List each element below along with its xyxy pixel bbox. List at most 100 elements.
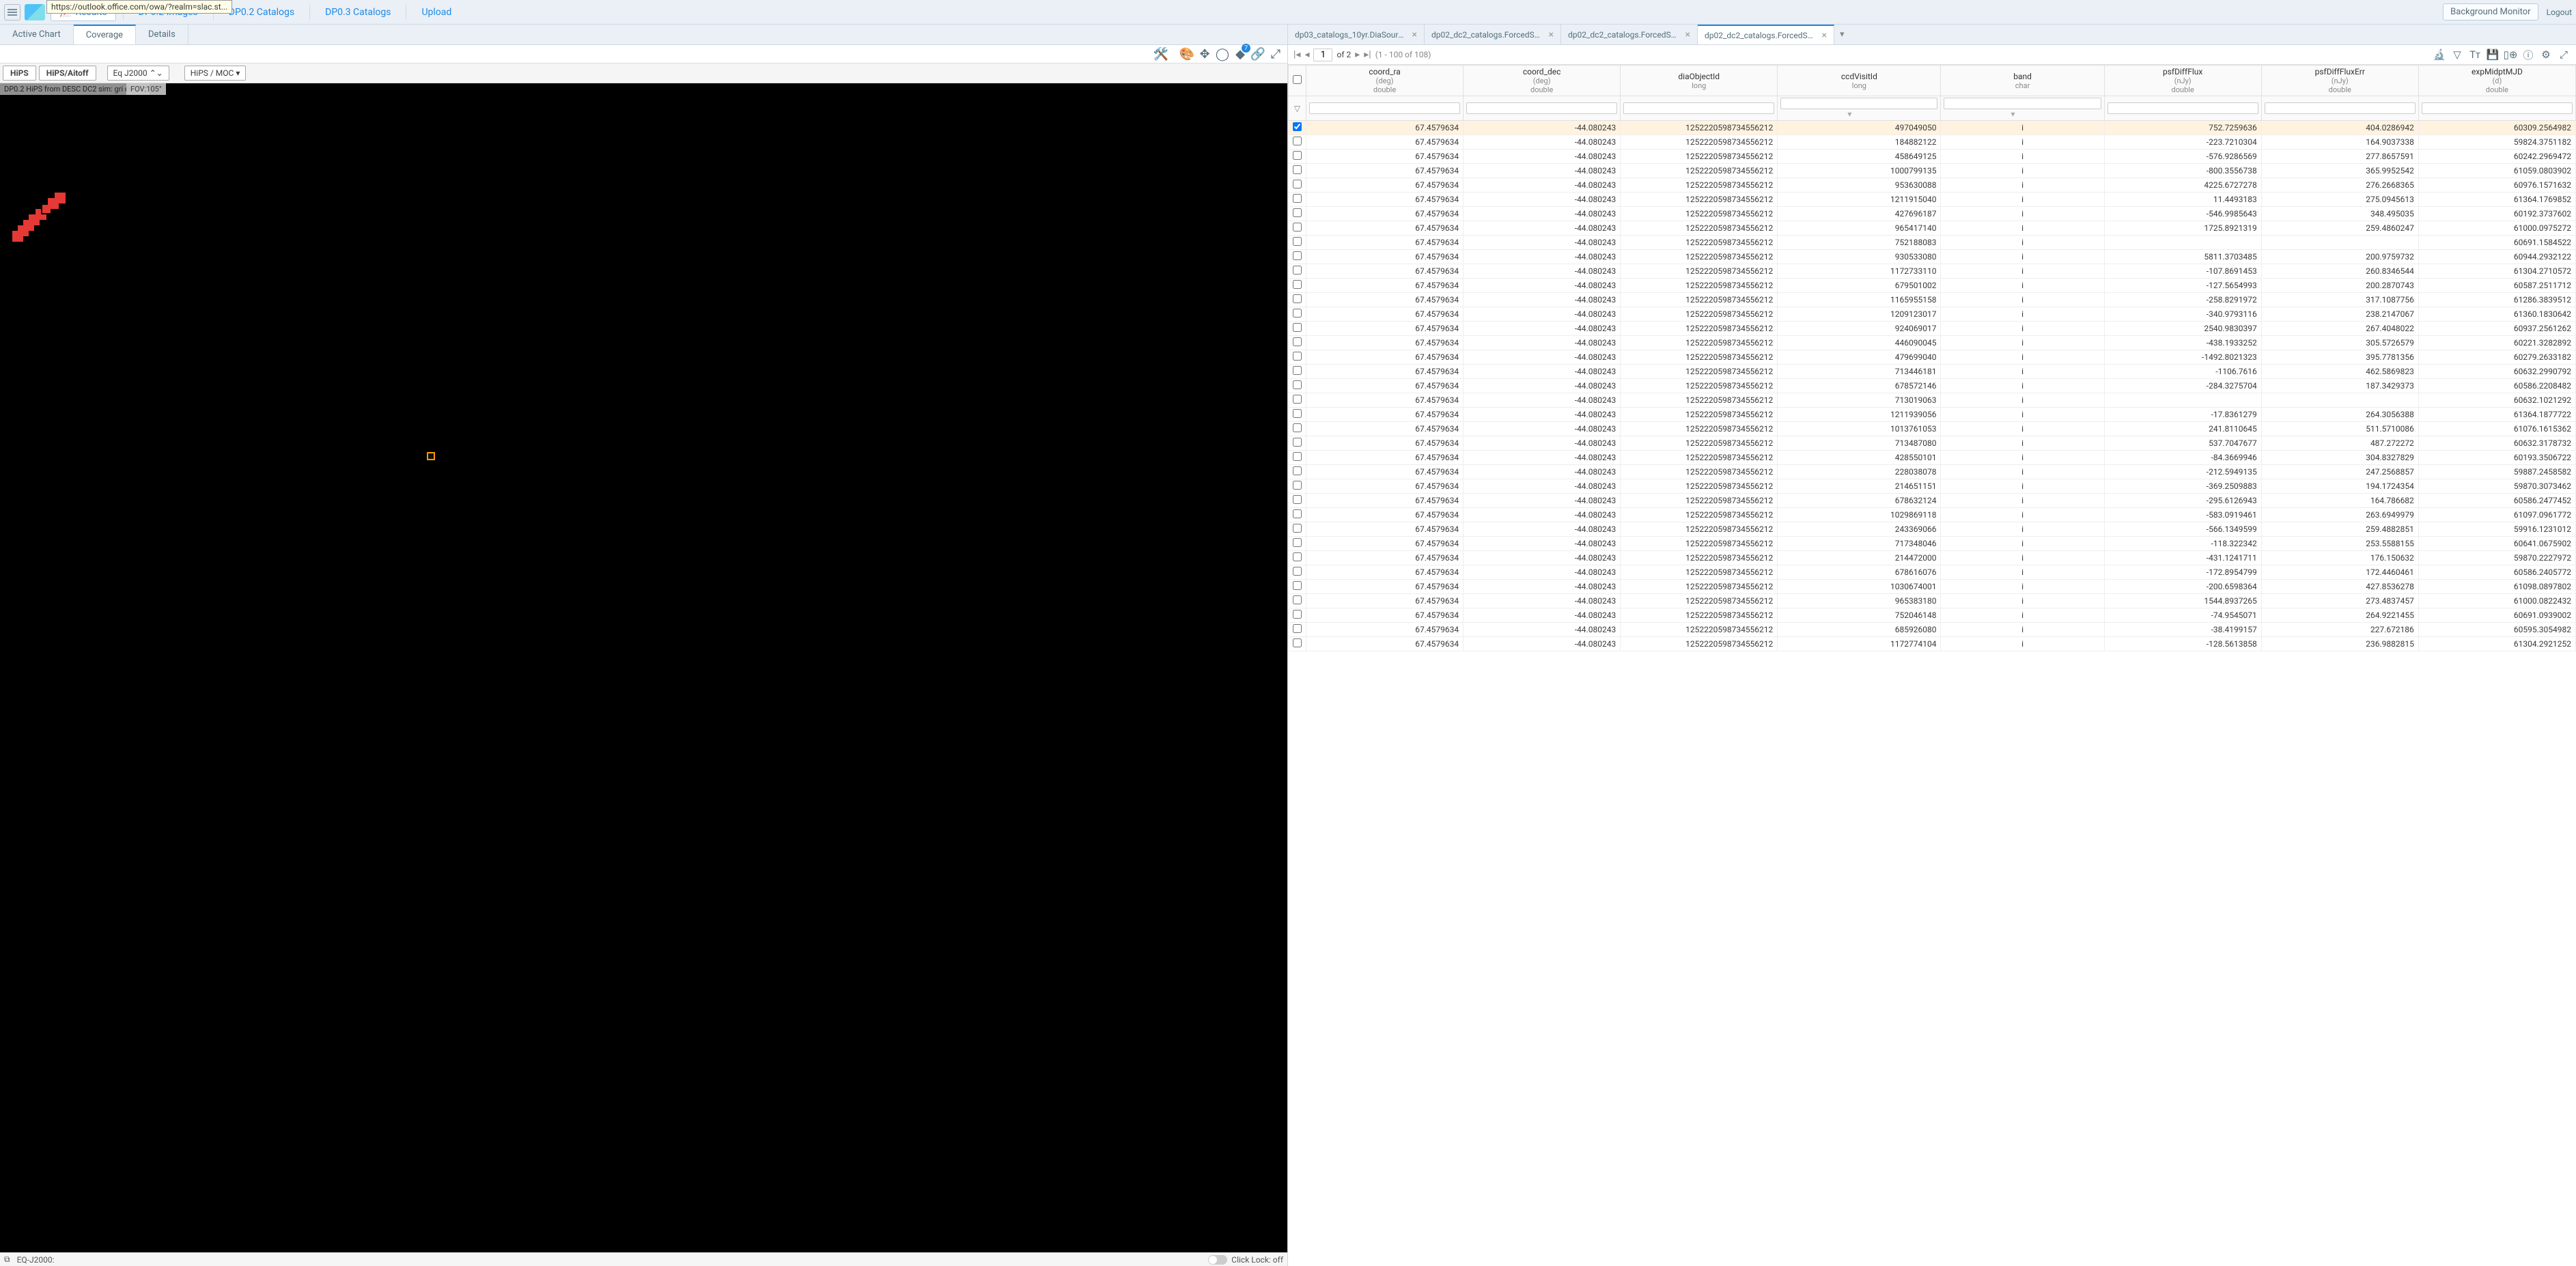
hips-aitoff-button[interactable]: HiPS/Aitoff — [39, 66, 96, 81]
table-row[interactable]: 67.4579634-44.08024312522205987345562121… — [1289, 637, 2576, 651]
table-row[interactable]: 67.4579634-44.08024312522205987345562121… — [1289, 408, 2576, 422]
expand-icon[interactable]: ⤢ — [2557, 48, 2571, 61]
region-icon[interactable]: ◯ — [1215, 46, 1230, 61]
row-checkbox[interactable] — [1293, 624, 1302, 633]
pager-first-icon[interactable]: |◂ — [1293, 49, 1300, 60]
row-checkbox[interactable] — [1293, 380, 1302, 389]
tools-icon[interactable]: 🛠️ — [1153, 46, 1168, 61]
tab-details[interactable]: Details — [136, 25, 188, 44]
column-header[interactable]: coord_ra(deg)double — [1306, 66, 1464, 96]
background-monitor-button[interactable]: Background Monitor — [2443, 3, 2538, 20]
nav-upload[interactable]: Upload — [413, 4, 460, 20]
table-row[interactable]: 67.4579634-44.08024312522205987345562122… — [1289, 522, 2576, 537]
filter-cell[interactable] — [1306, 96, 1464, 121]
text-size-icon[interactable]: Tᴛ — [2468, 48, 2482, 61]
hips-moc-select[interactable]: HiPS / MOC ▾ — [184, 66, 247, 81]
table-row[interactable]: 67.4579634-44.08024312522205987345562121… — [1289, 293, 2576, 307]
table-row[interactable]: 67.4579634-44.08024312522205987345562129… — [1289, 322, 2576, 336]
table-row[interactable]: 67.4579634-44.08024312522205987345562124… — [1289, 150, 2576, 164]
row-checkbox[interactable] — [1293, 366, 1302, 375]
microscope-icon[interactable]: 🔬 — [2433, 48, 2446, 61]
menu-button[interactable] — [4, 4, 20, 20]
table-tab[interactable]: dp02_dc2_catalogs.ForcedSour...× — [1425, 25, 1561, 44]
table-row[interactable]: 67.4579634-44.08024312522205987345562126… — [1289, 279, 2576, 293]
filter-input[interactable] — [2265, 102, 2416, 114]
table-row[interactable]: 67.4579634-44.08024312522205987345562124… — [1289, 451, 2576, 465]
row-checkbox[interactable] — [1293, 595, 1302, 604]
row-checkbox[interactable] — [1293, 581, 1302, 590]
table-row[interactable]: 67.4579634-44.08024312522205987345562127… — [1289, 365, 2576, 379]
filter-input[interactable] — [2422, 102, 2573, 114]
table-row[interactable]: 67.4579634-44.08024312522205987345562121… — [1289, 422, 2576, 436]
add-column-icon[interactable]: ▯⊕ — [2504, 48, 2517, 61]
crosshair-icon[interactable]: ✥ — [1197, 46, 1212, 61]
row-checkbox[interactable] — [1293, 151, 1302, 160]
row-checkbox[interactable] — [1293, 567, 1302, 576]
row-checkbox[interactable] — [1293, 137, 1302, 145]
filter-cell[interactable] — [2418, 96, 2575, 121]
table-row[interactable]: 67.4579634-44.08024312522205987345562121… — [1289, 193, 2576, 207]
filter-cell[interactable] — [1621, 96, 1778, 121]
row-checkbox[interactable] — [1293, 481, 1302, 490]
table-row[interactable]: 67.4579634-44.08024312522205987345562127… — [1289, 393, 2576, 408]
table-row[interactable]: 67.4579634-44.08024312522205987345562127… — [1289, 436, 2576, 451]
table-row[interactable]: 67.4579634-44.08024312522205987345562127… — [1289, 537, 2576, 551]
row-checkbox[interactable] — [1293, 452, 1302, 461]
table-row[interactable]: 67.4579634-44.08024312522205987345562127… — [1289, 236, 2576, 250]
logout-link[interactable]: Logout — [2547, 8, 2572, 17]
filter-icon[interactable]: ▽ — [1294, 104, 1300, 113]
select-all-checkbox[interactable] — [1293, 75, 1302, 84]
filter-cell[interactable] — [1464, 96, 1621, 121]
column-header[interactable]: ccdVisitIdlong — [1778, 66, 1941, 96]
filter-input[interactable] — [1466, 102, 1617, 114]
pager-last-icon[interactable]: ▸| — [1364, 49, 1371, 60]
settings-icon[interactable]: ⚙ — [2539, 48, 2553, 61]
table-row[interactable]: 67.4579634-44.08024312522205987345562124… — [1289, 207, 2576, 221]
row-checkbox[interactable] — [1293, 524, 1302, 533]
table-row[interactable]: 67.4579634-44.08024312522205987345562126… — [1289, 623, 2576, 637]
palette-icon[interactable]: 🎨 — [1179, 46, 1194, 61]
filter-icon[interactable]: ▽ — [2450, 48, 2464, 61]
row-checkbox[interactable] — [1293, 194, 1302, 203]
column-header[interactable]: expMidptMJD(d)double — [2418, 66, 2575, 96]
table-row[interactable]: 67.4579634-44.08024312522205987345562129… — [1289, 250, 2576, 264]
row-checkbox[interactable] — [1293, 323, 1302, 332]
pager-prev-icon[interactable]: ◂ — [1304, 49, 1309, 60]
expand-icon[interactable]: ⧉ — [4, 1254, 10, 1265]
table-tab[interactable]: dp03_catalogs_10yr.DiaSource - ...× — [1288, 25, 1425, 44]
row-checkbox[interactable] — [1293, 352, 1302, 361]
filter-input[interactable] — [1623, 102, 1774, 114]
row-checkbox[interactable] — [1293, 466, 1302, 475]
row-checkbox[interactable] — [1293, 251, 1302, 260]
close-icon[interactable]: × — [1822, 30, 1827, 41]
row-checkbox[interactable] — [1293, 395, 1302, 404]
layers-icon[interactable]: ◆7 — [1233, 46, 1248, 61]
lock-icon[interactable]: 🔗 — [1250, 46, 1265, 61]
row-checkbox[interactable] — [1293, 538, 1302, 547]
image-viewer[interactable]: DP0.2 HiPS from DESC DC2 sim: gri colo..… — [0, 83, 1287, 1252]
filter-cell[interactable]: ▾ — [1941, 96, 2104, 121]
close-icon[interactable]: × — [1685, 29, 1690, 40]
row-checkbox[interactable] — [1293, 610, 1302, 619]
row-checkbox[interactable] — [1293, 223, 1302, 231]
table-tab[interactable]: dp02_dc2_catalogs.ForcedSour...× — [1561, 25, 1698, 44]
column-header[interactable]: bandchar — [1941, 66, 2104, 96]
row-checkbox[interactable] — [1293, 266, 1302, 275]
table-row[interactable]: 67.4579634-44.08024312522205987345562129… — [1289, 221, 2576, 236]
nav-dp03-catalogs[interactable]: DP0.3 Catalogs — [317, 4, 399, 20]
row-checkbox[interactable] — [1293, 438, 1302, 447]
table-row[interactable]: 67.4579634-44.08024312522205987345562126… — [1289, 565, 2576, 580]
row-checkbox[interactable] — [1293, 309, 1302, 318]
tab-coverage[interactable]: Coverage — [74, 25, 136, 44]
close-icon[interactable]: × — [1549, 29, 1554, 40]
table-row[interactable]: 67.4579634-44.08024312522205987345562122… — [1289, 465, 2576, 479]
table-row[interactable]: 67.4579634-44.08024312522205987345562127… — [1289, 608, 2576, 623]
filter-input[interactable] — [1309, 102, 1460, 114]
row-checkbox[interactable] — [1293, 409, 1302, 418]
table-row[interactable]: 67.4579634-44.08024312522205987345562126… — [1289, 379, 2576, 393]
filter-cell[interactable] — [2261, 96, 2418, 121]
table-row[interactable]: 67.4579634-44.08024312522205987345562121… — [1289, 164, 2576, 178]
pager-page-input[interactable] — [1313, 48, 1332, 61]
pager-next-icon[interactable]: ▸ — [1355, 49, 1360, 60]
table-row[interactable]: 67.4579634-44.08024312522205987345562124… — [1289, 121, 2576, 135]
